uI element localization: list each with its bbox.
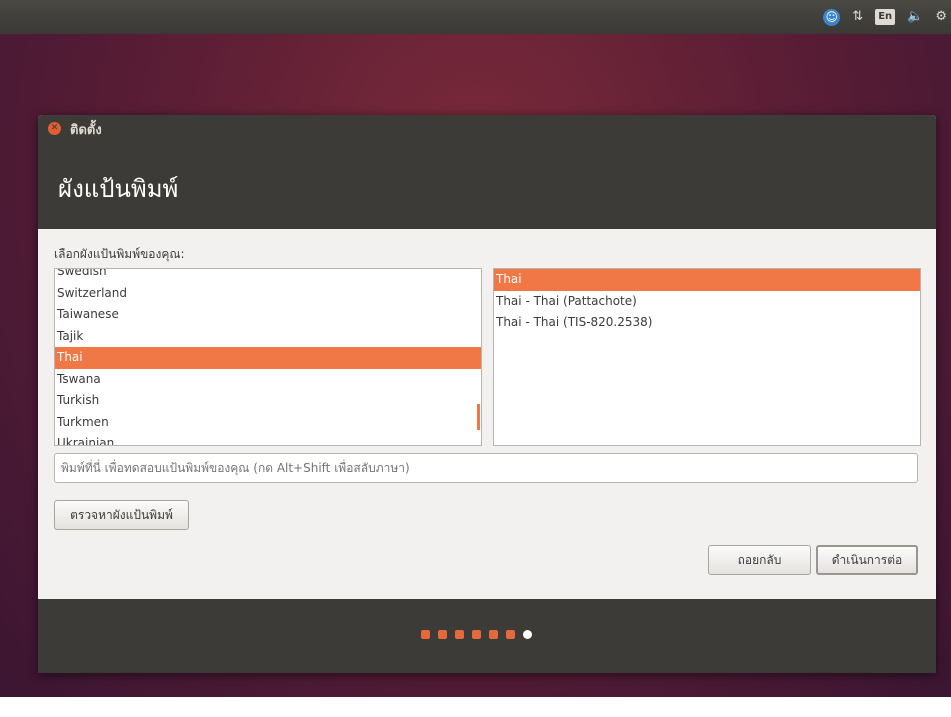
page-header: ผังแป้นพิมพ์	[38, 141, 936, 229]
variant-list[interactable]: Thai Thai - Thai (Pattachote) Thai - Tha…	[493, 268, 921, 446]
window-title: ติดตั้ง	[70, 123, 102, 138]
progress-footer	[38, 599, 936, 673]
layout-list-item[interactable]: Ukrainian	[55, 433, 481, 445]
layout-list-item[interactable]: Switzerland	[55, 283, 481, 305]
layout-list-item[interactable]: Turkmen	[55, 412, 481, 434]
window-titlebar[interactable]: ✕ ติดตั้ง	[38, 115, 936, 141]
volume-icon[interactable]: 🔈	[907, 0, 923, 34]
progress-dot-current	[523, 630, 532, 639]
desktop-bottom-strip	[0, 697, 951, 717]
layout-list-scrollbar[interactable]	[477, 404, 480, 430]
progress-dot	[506, 630, 515, 639]
back-button[interactable]: ถอยกลับ	[708, 545, 811, 575]
accessibility-icon[interactable]: ☺	[823, 8, 841, 26]
layout-list[interactable]: Swedish Switzerland Taiwanese Tajik Thai…	[54, 268, 482, 446]
progress-dot	[438, 630, 447, 639]
continue-button[interactable]: ดำเนินการต่อ	[816, 545, 918, 575]
progress-dot	[455, 630, 464, 639]
top-panel: ☺ ⇅ En 🔈 ⚙	[0, 0, 951, 34]
layout-list-item[interactable]: Tajik	[55, 326, 481, 348]
keyboard-indicator[interactable]: En	[875, 9, 896, 25]
keyboard-test-input[interactable]	[54, 453, 918, 483]
progress-dots	[421, 630, 532, 639]
layout-list-item[interactable]: Swedish	[55, 269, 481, 283]
close-icon[interactable]: ✕	[48, 122, 61, 135]
system-tray: ☺ ⇅ En 🔈 ⚙	[823, 0, 951, 34]
variant-list-item[interactable]: Thai - Thai (TIS-820.2538)	[494, 312, 920, 334]
network-arrows-icon[interactable]: ⇅	[852, 0, 863, 34]
layout-list-item[interactable]: Taiwanese	[55, 304, 481, 326]
variant-list-item[interactable]: Thai - Thai (Pattachote)	[494, 291, 920, 313]
detect-layout-button[interactable]: ตรวจหาผังแป้นพิมพ์	[54, 500, 189, 530]
layout-list-item[interactable]: Turkish	[55, 390, 481, 412]
installer-window: ✕ ติดตั้ง ผังแป้นพิมพ์ เลือกผังแป้นพิมพ์…	[38, 115, 936, 673]
gear-icon[interactable]: ⚙	[935, 0, 947, 34]
choose-layout-label: เลือกผังแป้นพิมพ์ของคุณ:	[54, 247, 185, 261]
layout-list-item-selected[interactable]: Thai	[55, 347, 481, 369]
progress-dot	[421, 630, 430, 639]
page-title: ผังแป้นพิมพ์	[58, 175, 179, 203]
progress-dot	[472, 630, 481, 639]
variant-list-item-selected[interactable]: Thai	[494, 269, 920, 291]
layout-list-item[interactable]: Tswana	[55, 369, 481, 391]
content-area: เลือกผังแป้นพิมพ์ของคุณ: Swedish Switzer…	[38, 229, 936, 599]
progress-dot	[489, 630, 498, 639]
